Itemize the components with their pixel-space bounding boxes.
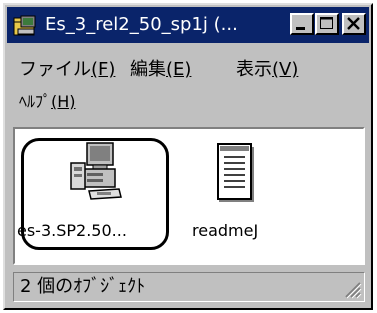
menu-help-key: (H): [51, 92, 76, 111]
menu-view[interactable]: 表示(V): [236, 59, 298, 81]
close-icon: [347, 17, 360, 30]
title-bar[interactable]: Es_3_rel2_50_sp1j (...: [7, 7, 369, 43]
minimize-button[interactable]: [290, 13, 314, 35]
menu-edit-label: 編集: [130, 59, 166, 80]
file-item-readme[interactable]: readmeJ: [185, 137, 295, 247]
resize-grip-icon[interactable]: [340, 277, 362, 299]
status-bar: 2 個のｵﾌﾞｼﾞｪｸﾄ: [13, 272, 365, 302]
explorer-window: Es_3_rel2_50_sp1j (... ファイル(F) 編集(E) 表示(…: [3, 3, 373, 310]
file-name-setup: es-3.SP2.50...: [17, 221, 127, 240]
menu-view-label: 表示: [236, 59, 272, 80]
menu-view-key: (V): [272, 59, 299, 80]
close-button[interactable]: [342, 13, 366, 35]
file-name-readme: readmeJ: [192, 221, 259, 240]
folder-computer-icon[interactable]: [12, 13, 38, 37]
menu-file[interactable]: ファイル(F): [19, 59, 115, 81]
menu-edit-key: (E): [166, 59, 192, 80]
menu-file-key: (F): [91, 59, 116, 80]
maximize-button[interactable]: [315, 13, 339, 35]
minimize-icon: [296, 27, 305, 30]
file-item-setup[interactable]: es-3.SP2.50...: [17, 137, 169, 252]
window-title: Es_3_rel2_50_sp1j (...: [45, 14, 238, 35]
setup-computer-icon: [70, 142, 122, 200]
file-list-pane[interactable]: es-3.SP2.50... readmeJ: [13, 127, 365, 265]
menu-file-label: ファイル: [19, 59, 91, 80]
menu-help[interactable]: ﾍﾙﾌﾟ(H): [19, 91, 76, 113]
maximize-icon: [320, 17, 333, 29]
menu-edit[interactable]: 編集(E): [130, 59, 191, 81]
menu-help-label: ﾍﾙﾌﾟ: [19, 92, 52, 111]
status-object-count: 2 個のｵﾌﾞｼﾞｪｸﾄ: [20, 276, 146, 297]
text-document-icon: [217, 143, 254, 202]
